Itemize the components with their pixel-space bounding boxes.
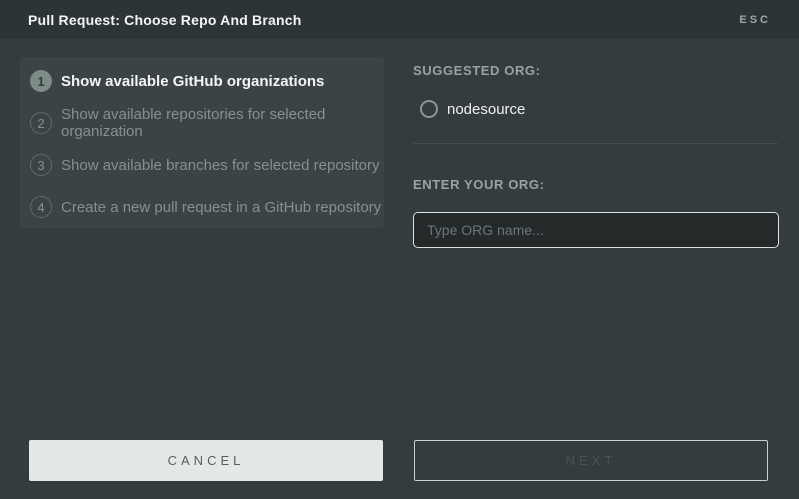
suggested-org-heading: SUGGESTED ORG: [413,63,541,78]
next-button[interactable]: NEXT [414,440,768,481]
org-name-input[interactable] [413,212,779,248]
dialog-header: Pull Request: Choose Repo And Branch ESC [0,0,799,39]
step-label: Create a new pull request in a GitHub re… [61,198,382,216]
step-label: Show available repositories for selected… [61,106,326,140]
dialog-title: Pull Request: Choose Repo And Branch [28,11,302,28]
step-number-badge: 4 [30,196,52,218]
step-number-badge: 2 [30,112,52,134]
step-item-2: 2 Show available repositories for select… [20,102,384,144]
step-number-badge: 3 [30,154,52,176]
step-item-4: 4 Create a new pull request in a GitHub … [20,186,384,228]
org-radio-option-nodesource[interactable]: nodesource [420,100,525,118]
pull-request-dialog: Pull Request: Choose Repo And Branch ESC… [0,0,799,499]
step-item-1: 1 Show available GitHub organizations [20,60,384,102]
steps-panel: 1 Show available GitHub organizations 2 … [20,57,384,228]
esc-button[interactable]: ESC [739,14,771,26]
step-label: Show available branches for selected rep… [61,156,380,174]
step-number-badge: 1 [30,70,52,92]
step-label: Show available GitHub organizations [61,72,325,90]
section-divider [413,143,778,144]
radio-unchecked-icon[interactable] [420,100,438,118]
enter-org-heading: ENTER YOUR ORG: [413,177,545,192]
step-item-3: 3 Show available branches for selected r… [20,144,384,186]
cancel-button[interactable]: CANCEL [29,440,383,481]
org-radio-label: nodesource [447,100,526,118]
